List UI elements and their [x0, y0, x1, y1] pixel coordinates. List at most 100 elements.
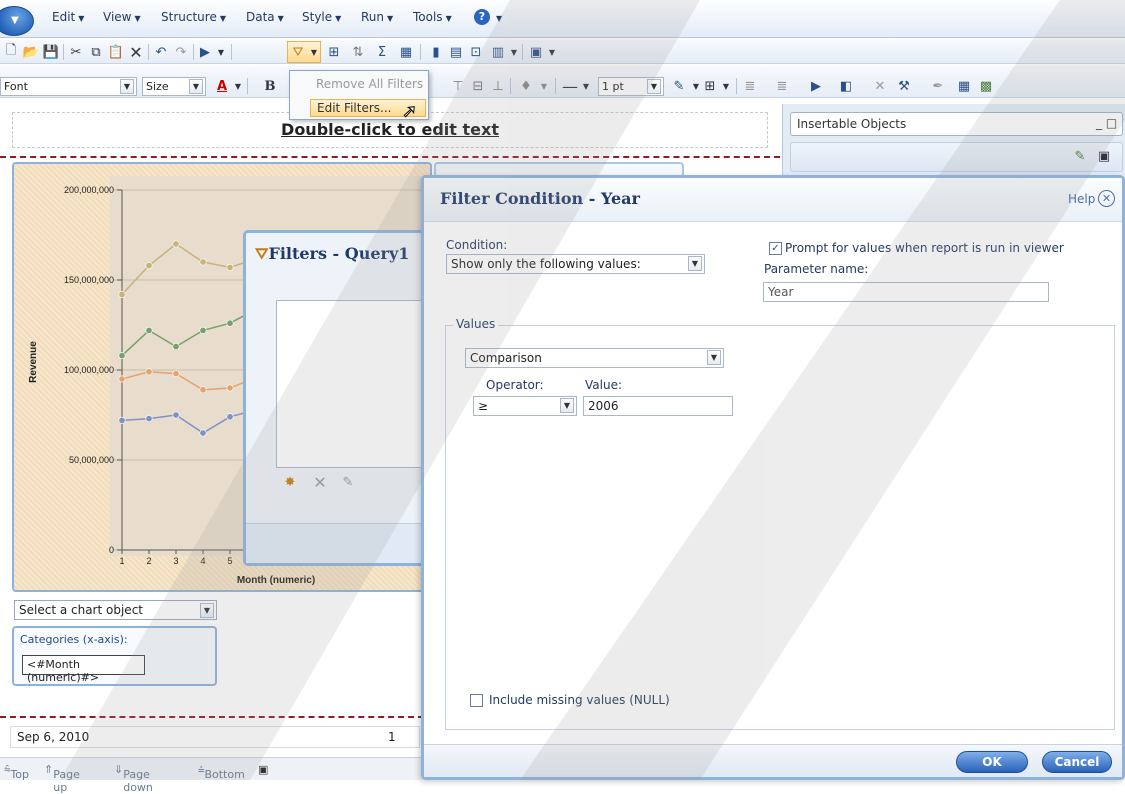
y-tick-label: 0: [109, 545, 114, 555]
bold-button[interactable]: B: [262, 78, 278, 94]
chevron-down-icon: ▼: [189, 79, 203, 94]
chart-icon[interactable]: ▦: [398, 44, 414, 60]
chart-object-select[interactable]: Select a chart object ▼: [14, 600, 217, 620]
border-color-icon[interactable]: ✎: [671, 78, 687, 94]
help-icon[interactable]: ?: [474, 9, 490, 25]
operator-select[interactable]: ≥ ▼: [473, 396, 577, 416]
toolbar-separator: [193, 44, 194, 60]
report-header-text[interactable]: Double-click to edit text: [0, 120, 780, 139]
conditional-style-icon[interactable]: ▶: [808, 78, 824, 94]
image-icon[interactable]: ▩: [978, 78, 994, 94]
save-icon[interactable]: 💾: [43, 44, 59, 60]
align-top-icon[interactable]: ⊤: [450, 78, 466, 94]
chevron-down-icon[interactable]: ▼: [230, 78, 246, 94]
chevron-down-icon[interactable]: ▼: [718, 78, 734, 94]
sort-icon[interactable]: ⇅: [350, 44, 366, 60]
menu-structure[interactable]: Structure ▼: [161, 10, 226, 24]
toolbox-icon[interactable]: ▣: [1096, 148, 1112, 164]
clear-style-icon[interactable]: ✕: [872, 78, 888, 94]
borders-icon[interactable]: ⊞: [702, 78, 718, 94]
chevron-down-icon[interactable]: ▼: [536, 78, 552, 94]
run-icon[interactable]: ▶: [197, 44, 213, 60]
pick-style-icon[interactable]: ⚒: [896, 78, 912, 94]
section-icon[interactable]: ▮: [428, 44, 444, 60]
nav-top-label: Top: [10, 768, 29, 781]
menu-view[interactable]: View ▼: [103, 10, 141, 24]
ok-button[interactable]: OK: [956, 751, 1028, 773]
font-color-icon[interactable]: A: [214, 78, 230, 94]
line-width-select[interactable]: 1 pt ▼: [598, 77, 664, 96]
panel-window-controls[interactable]: _ □: [1096, 116, 1117, 130]
nav-page-up[interactable]: ⇑ Page up: [44, 763, 80, 794]
page-icon[interactable]: ▣: [528, 44, 544, 60]
chevron-down-icon[interactable]: ▼: [213, 44, 229, 60]
cancel-button[interactable]: Cancel: [1042, 751, 1112, 773]
menu-edit[interactable]: Edit ▼: [52, 10, 84, 24]
close-icon[interactable]: ✕: [1098, 190, 1115, 207]
toolbar-separator: [736, 78, 737, 94]
condition-select-value: Show only the following values:: [451, 257, 641, 271]
condition-select[interactable]: Show only the following values: ▼: [446, 254, 705, 274]
sum-icon[interactable]: Σ: [374, 44, 390, 60]
prompt-checkbox[interactable]: ✓: [769, 242, 782, 255]
font-select[interactable]: Font ▼: [0, 77, 137, 96]
add-filter-icon[interactable]: ✸: [282, 474, 298, 490]
data-point: [118, 375, 126, 383]
chevron-down-icon: ▼: [445, 14, 452, 23]
size-select[interactable]: Size ▼: [142, 77, 206, 96]
table-icon[interactable]: ▤: [448, 44, 464, 60]
include-missing-checkbox[interactable]: [470, 694, 483, 707]
align-bottom-icon[interactable]: ⊥: [490, 78, 506, 94]
cut-icon[interactable]: ✂: [68, 44, 84, 60]
comparison-select[interactable]: Comparison ▼: [465, 348, 724, 368]
edit-filter-icon[interactable]: ✎: [340, 474, 356, 490]
filter-condition-title: Filter Condition - Year: [440, 189, 640, 208]
crosstab-icon[interactable]: ⊡: [468, 44, 484, 60]
open-icon[interactable]: 📂: [23, 44, 39, 60]
line-style-icon[interactable]: —: [562, 77, 578, 96]
size-select-value: Size: [146, 80, 169, 93]
menu-run[interactable]: Run ▼: [361, 10, 393, 24]
help-link[interactable]: Help: [1068, 192, 1095, 206]
value-input[interactable]: 2006: [583, 396, 733, 416]
remove-all-filters-item[interactable]: Remove All Filters: [316, 77, 423, 91]
category-chip[interactable]: <#Month (numeric)#>: [22, 655, 145, 684]
style-icon[interactable]: ◧: [838, 78, 854, 94]
nav-page-down[interactable]: ⇓ Page down: [114, 763, 153, 794]
data-point: [145, 415, 153, 423]
menu-data[interactable]: Data ▼: [246, 10, 284, 24]
data-point: [199, 386, 207, 394]
copy-icon[interactable]: ⧉: [88, 44, 104, 60]
fill-color-icon[interactable]: ♦: [518, 78, 534, 94]
outdent-icon[interactable]: ≣: [774, 78, 790, 94]
paste-icon[interactable]: 📋: [108, 44, 124, 60]
chevron-down-icon[interactable]: ▼: [506, 44, 522, 60]
chevron-down-icon: ▼: [277, 14, 284, 23]
nav-top[interactable]: ⩯ Top: [4, 763, 29, 781]
list-icon[interactable]: ▥: [490, 44, 506, 60]
redo-icon[interactable]: ↷: [173, 44, 189, 60]
source-tree-icon[interactable]: ✎: [1072, 148, 1088, 164]
new-icon[interactable]: 🗋: [3, 43, 19, 60]
page-footer-divider: [0, 716, 424, 718]
apply-style-icon[interactable]: ✒: [930, 78, 946, 94]
delete-filter-icon[interactable]: ✕: [312, 473, 328, 492]
chevron-down-icon[interactable]: ▼: [578, 78, 594, 94]
undo-icon[interactable]: ↶: [153, 44, 169, 60]
delete-icon[interactable]: ✕: [128, 43, 144, 62]
grid-icon[interactable]: ▦: [956, 78, 972, 94]
group-icon[interactable]: ⊞: [326, 44, 342, 60]
menu-style[interactable]: Style ▼: [302, 10, 341, 24]
menu-tools[interactable]: Tools ▼: [413, 10, 452, 24]
chevron-down-icon: ▼: [120, 79, 134, 94]
nav-bottom[interactable]: ⩮ Bottom: [198, 763, 245, 781]
filters-list[interactable]: [276, 300, 436, 468]
indent-icon[interactable]: ≣: [742, 78, 758, 94]
align-middle-icon[interactable]: ⊟: [470, 78, 486, 94]
toolbar-separator: [522, 44, 523, 60]
parameter-name-input[interactable]: Year: [763, 282, 1049, 302]
refresh-icon[interactable]: ▣: [258, 763, 268, 776]
chevron-down-icon[interactable]: ▼: [544, 44, 560, 60]
chevron-down-icon[interactable]: ▼: [493, 10, 502, 24]
filters-query-title-text: Filters - Query1: [268, 244, 410, 263]
